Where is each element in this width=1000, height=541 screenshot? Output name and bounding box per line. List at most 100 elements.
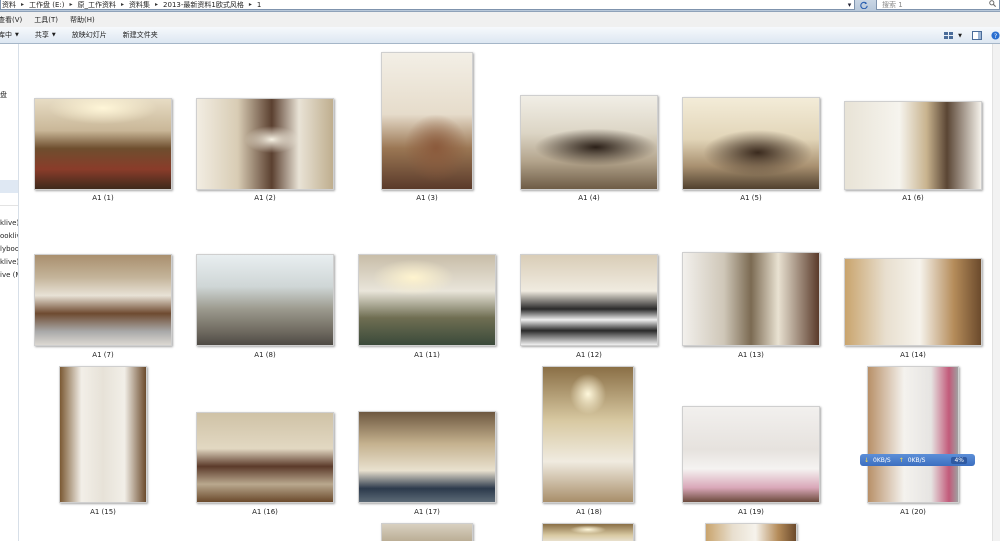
chevron-right-icon[interactable]: ▸ bbox=[155, 1, 158, 8]
help-icon[interactable]: ? bbox=[990, 30, 1000, 42]
upload-speed: 0KB/S bbox=[907, 456, 926, 464]
thumbnail-image[interactable] bbox=[381, 52, 473, 190]
new-folder-button[interactable]: 新建文件夹 bbox=[123, 30, 158, 40]
thumbnail-image[interactable] bbox=[867, 366, 959, 503]
breadcrumb-label: 1 bbox=[256, 0, 262, 9]
navigation-pane: 盘 klive) ooklive lyboo klive) ive (M bbox=[0, 44, 19, 541]
breadcrumb-item-folder[interactable]: 2013-最新资料1欧式风格 ▸ bbox=[163, 0, 257, 9]
thumbnail-image[interactable] bbox=[34, 254, 172, 346]
slideshow-button[interactable]: 放映幻灯片 bbox=[72, 30, 107, 40]
usage-percent: 4% bbox=[951, 456, 967, 464]
breadcrumb-label: 2013-最新资料1欧式风格 bbox=[163, 0, 244, 9]
search-icon[interactable] bbox=[989, 0, 997, 9]
button-label: 库中 bbox=[0, 31, 12, 39]
file-name[interactable]: A1 (8) bbox=[185, 351, 345, 359]
chevron-down-icon: ▼ bbox=[51, 32, 56, 38]
include-in-library-button[interactable]: 库中 ▼ bbox=[0, 30, 19, 40]
chevron-right-icon[interactable]: ▸ bbox=[21, 1, 24, 8]
breadcrumb-label: 资料 bbox=[2, 0, 16, 9]
thumbnail-image[interactable] bbox=[520, 254, 658, 346]
menu-tools[interactable]: 工具(T) bbox=[34, 15, 64, 25]
file-name[interactable]: A1 (4) bbox=[509, 194, 669, 202]
file-name[interactable]: A1 (18) bbox=[509, 508, 669, 516]
breadcrumb[interactable]: 资料 ▸ 工作盘 (E:) ▸ 原_工作资料 ▸ 资料集 ▸ 2013-最新资料1欧式风… bbox=[0, 0, 855, 10]
file-name[interactable]: A1 (14) bbox=[833, 351, 992, 359]
chevron-right-icon[interactable]: ▸ bbox=[249, 1, 252, 8]
breadcrumb-label: 工作盘 (E:) bbox=[29, 0, 65, 9]
view-options-icon[interactable] bbox=[942, 30, 956, 42]
thumbnail-image[interactable] bbox=[358, 411, 496, 503]
file-name[interactable]: A1 (12) bbox=[509, 351, 669, 359]
thumbnail-image[interactable] bbox=[682, 406, 820, 503]
chevron-down-icon: ▼ bbox=[15, 32, 19, 38]
breadcrumb-item-folder[interactable]: 原_工作资料 ▸ bbox=[77, 0, 130, 9]
nav-item-network[interactable]: lyboo bbox=[0, 245, 18, 253]
file-name[interactable]: A1 (13) bbox=[671, 351, 831, 359]
nav-item-network[interactable]: ooklive bbox=[0, 232, 18, 240]
thumbnail-image[interactable] bbox=[358, 254, 496, 346]
thumbnail-image[interactable] bbox=[34, 98, 172, 190]
thumbnail-image[interactable] bbox=[705, 523, 797, 541]
explorer-window: 资料 ▸ 工作盘 (E:) ▸ 原_工作资料 ▸ 资料集 ▸ 2013-最新资料1欧式风… bbox=[0, 0, 1000, 541]
file-name[interactable]: A1 (2) bbox=[185, 194, 345, 202]
thumbnail-image[interactable] bbox=[844, 101, 982, 190]
thumbnail-image[interactable] bbox=[542, 523, 634, 541]
button-label: 共享 bbox=[34, 31, 49, 39]
nav-selection-highlight bbox=[0, 180, 18, 193]
file-name[interactable]: A1 (11) bbox=[347, 351, 507, 359]
thumbnail-image[interactable] bbox=[682, 97, 820, 190]
breadcrumb-item-drive[interactable]: 工作盘 (E:) ▸ bbox=[29, 0, 77, 9]
thumbnail-image[interactable] bbox=[844, 258, 982, 346]
breadcrumb-label: 资料集 bbox=[129, 0, 151, 9]
vertical-scrollbar[interactable] bbox=[992, 44, 1000, 541]
button-label: 新建文件夹 bbox=[122, 31, 158, 39]
thumbnail-image[interactable] bbox=[542, 366, 634, 503]
file-name[interactable]: A1 (20) bbox=[833, 508, 992, 516]
breadcrumb-item-folder[interactable]: 资料集 ▸ bbox=[129, 0, 163, 9]
thumbnail-image[interactable] bbox=[59, 366, 147, 503]
chevron-right-icon[interactable]: ▸ bbox=[121, 1, 124, 8]
nav-item-network[interactable]: ive (M bbox=[0, 271, 18, 279]
breadcrumb-item-computer[interactable]: 资料 ▸ bbox=[2, 0, 29, 9]
download-speed: 0KB/S bbox=[873, 456, 891, 464]
thumbnail-image[interactable] bbox=[196, 412, 334, 503]
nav-divider bbox=[0, 205, 18, 206]
file-name[interactable]: A1 (1) bbox=[23, 194, 183, 202]
nav-item-network[interactable]: klive) bbox=[0, 219, 18, 227]
file-name[interactable]: A1 (3) bbox=[347, 194, 507, 202]
svg-text:?: ? bbox=[993, 33, 996, 40]
download-arrow-icon: ↓ bbox=[864, 456, 870, 464]
address-dropdown-icon[interactable]: ▾ bbox=[844, 0, 855, 10]
preview-pane-icon[interactable] bbox=[970, 30, 984, 42]
breadcrumb-item-current[interactable]: 1 bbox=[257, 1, 261, 9]
file-name[interactable]: A1 (17) bbox=[347, 508, 507, 516]
menu-bar: 查看(V) 工具(T) 帮助(H) bbox=[0, 12, 1000, 27]
file-name[interactable]: A1 (15) bbox=[23, 508, 183, 516]
search-placeholder: 搜索 1 bbox=[882, 0, 903, 9]
thumbnail-image[interactable] bbox=[196, 254, 334, 346]
file-name[interactable]: A1 (19) bbox=[671, 508, 831, 516]
file-name[interactable]: A1 (16) bbox=[185, 508, 345, 516]
thumbnail-image[interactable] bbox=[381, 523, 473, 541]
breadcrumb-label: 原_工作资料 bbox=[77, 0, 117, 9]
file-view: A1 (1) A1 (2) A1 (3) A1 (4) A1 (5) A1 (6… bbox=[20, 44, 992, 541]
file-name[interactable]: A1 (6) bbox=[833, 194, 992, 202]
chevron-right-icon[interactable]: ▸ bbox=[69, 1, 72, 8]
menu-view[interactable]: 查看(V) bbox=[0, 15, 28, 25]
menu-help[interactable]: 帮助(H) bbox=[70, 15, 101, 25]
button-label: 放映幻灯片 bbox=[71, 31, 107, 39]
thumbnail-image[interactable] bbox=[196, 98, 334, 190]
refresh-icon[interactable] bbox=[857, 0, 871, 10]
thumbnail-image[interactable] bbox=[520, 95, 658, 190]
search-input[interactable]: 搜索 1 bbox=[876, 0, 1000, 10]
thumbnail-image[interactable] bbox=[682, 252, 820, 346]
nav-item-network[interactable]: klive) bbox=[0, 258, 18, 266]
network-speed-widget[interactable]: ↓ 0KB/S ↑ 0KB/S 4% bbox=[860, 454, 975, 466]
file-name[interactable]: A1 (7) bbox=[23, 351, 183, 359]
address-bar: 资料 ▸ 工作盘 (E:) ▸ 原_工作资料 ▸ 资料集 ▸ 2013-最新资料1欧式风… bbox=[0, 0, 1000, 12]
nav-item-drive[interactable]: 盘 bbox=[0, 90, 7, 100]
chevron-down-icon[interactable]: ▼ bbox=[956, 30, 964, 42]
share-button[interactable]: 共享 ▼ bbox=[35, 30, 56, 40]
file-name[interactable]: A1 (5) bbox=[671, 194, 831, 202]
command-bar: 库中 ▼ 共享 ▼ 放映幻灯片 新建文件夹 ▼ ? bbox=[0, 27, 1000, 44]
